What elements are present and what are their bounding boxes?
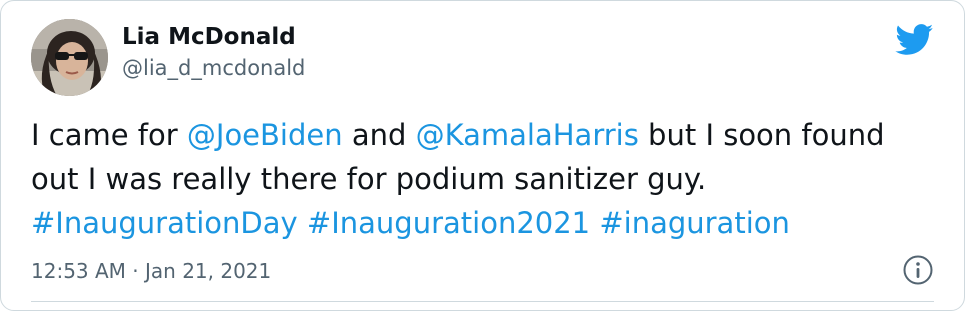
tweet-card: Lia McDonald @lia_d_mcdonald I came for … (0, 0, 965, 311)
display-name[interactable]: Lia McDonald (122, 23, 305, 51)
hashtag-inaugurationday-link[interactable]: #InaugurationDay (31, 206, 298, 240)
avatar-photo (31, 19, 108, 96)
avatar[interactable] (31, 19, 108, 96)
hashtag-inauguration2021-link[interactable]: #Inauguration2021 (307, 206, 590, 240)
mention-kamalaharris-link[interactable]: @KamalaHarris (416, 118, 639, 152)
info-icon[interactable] (902, 254, 934, 286)
tweet-timestamp[interactable]: 12:53 AM · Jan 21, 2021 (31, 257, 271, 285)
tweet-text: I came for @JoeBiden and @KamalaHarris b… (31, 113, 931, 245)
tweet-text-segment: and (342, 118, 416, 152)
twitter-bird-icon-glyph (895, 24, 934, 55)
mention-joebiden-link[interactable]: @JoeBiden (187, 118, 343, 152)
info-icon-glyph (903, 255, 933, 285)
hashtag-inaguration-link[interactable]: #inaguration (599, 206, 790, 240)
divider (31, 301, 934, 302)
twitter-bird-icon[interactable] (895, 24, 934, 60)
author-block[interactable]: Lia McDonald @lia_d_mcdonald (122, 23, 305, 82)
user-handle[interactable]: @lia_d_mcdonald (122, 54, 305, 82)
tweet-text-segment: I came for (31, 118, 187, 152)
